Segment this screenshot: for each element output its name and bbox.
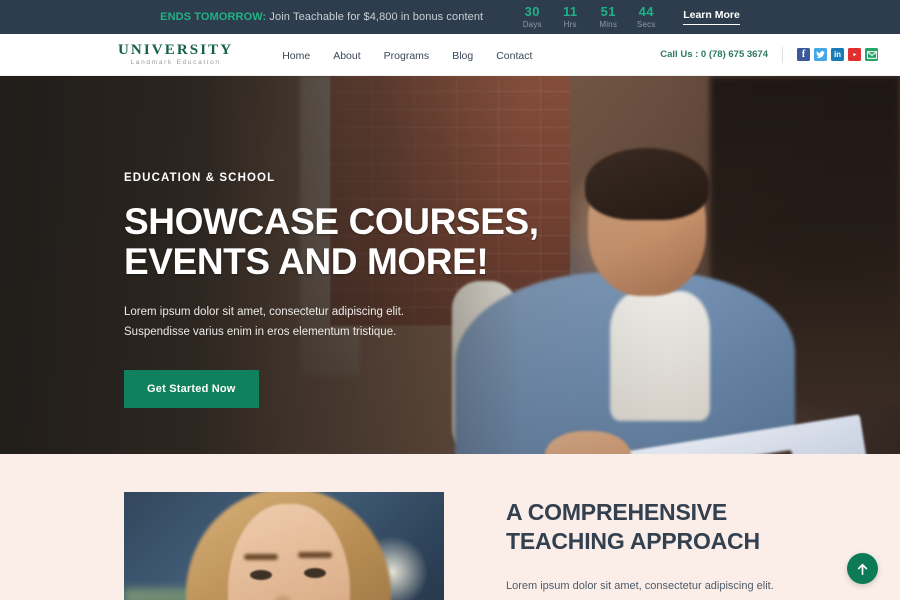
nav-link-blog[interactable]: Blog (452, 50, 473, 62)
countdown-seconds-label: Secs (636, 20, 656, 29)
section-text-block: A COMPREHENSIVE TEACHING APPROACH Lorem … (506, 492, 785, 600)
section-title-line-1: A COMPREHENSIVE (506, 499, 728, 525)
teaching-approach-section: A COMPREHENSIVE TEACHING APPROACH Lorem … (0, 454, 900, 600)
promo-text: Join Teachable for $4,800 in bonus conte… (266, 11, 484, 23)
section-title-line-2: TEACHING APPROACH (506, 528, 760, 555)
nav-link-programs[interactable]: Programs (384, 50, 430, 62)
countdown-days-value: 30 (524, 4, 540, 19)
hero-content: EDUCATION & SCHOOL SHOWCASE COURSES, EVE… (0, 76, 900, 408)
teacher-eye-right (304, 568, 326, 578)
countdown-seconds: 44 Secs (635, 5, 657, 29)
primary-navigation: Home About Programs Blog Contact (282, 46, 532, 64)
hero-title: SHOWCASE COURSES, EVENTS AND MORE! (124, 202, 900, 281)
nav-item-about[interactable]: About (333, 46, 360, 64)
hero-subtitle: Lorem ipsum dolor sit amet, consectetur … (124, 303, 900, 343)
countdown-minutes: 51 Mins (597, 5, 619, 29)
linkedin-icon[interactable]: in (831, 48, 844, 61)
nav-link-about[interactable]: About (333, 50, 360, 62)
learn-more-link[interactable]: Learn More (683, 9, 740, 25)
countdown-days: 30 Days (521, 5, 543, 29)
countdown-hours-value: 11 (563, 4, 578, 19)
promo-message: ENDS TOMORROW: Join Teachable for $4,800… (160, 11, 483, 23)
countdown-hours-label: Hrs (563, 20, 577, 29)
promo-banner: ENDS TOMORROW: Join Teachable for $4,800… (0, 0, 900, 34)
navbar-divider (782, 46, 783, 63)
countdown-days-label: Days (522, 20, 542, 29)
navbar-right: Call Us : 0 (78) 675 3674 f in (660, 46, 878, 63)
nav-item-programs[interactable]: Programs (384, 46, 430, 64)
countdown-seconds-value: 44 (638, 4, 654, 19)
teacher-eye-left (250, 570, 272, 580)
teacher-photo (124, 492, 444, 600)
social-links: f in (797, 48, 878, 61)
call-us-phone[interactable]: Call Us : 0 (78) 675 3674 (660, 49, 768, 60)
countdown-minutes-value: 51 (600, 4, 616, 19)
hero-title-line-2: EVENTS AND MORE! (124, 240, 489, 282)
nav-item-home[interactable]: Home (282, 46, 310, 64)
hero-subtitle-line-2: Suspendisse varius enim in eros elementu… (124, 325, 397, 338)
email-icon[interactable] (865, 48, 878, 61)
hero-subtitle-line-1: Lorem ipsum dolor sit amet, consectetur … (124, 306, 404, 319)
arrow-up-icon (857, 563, 868, 575)
scroll-to-top-button[interactable] (847, 553, 878, 584)
main-navbar: UNIVERSITY Landmark Education Home About… (0, 34, 900, 76)
twitter-icon[interactable] (814, 48, 827, 61)
get-started-button[interactable]: Get Started Now (124, 369, 259, 408)
nav-item-blog[interactable]: Blog (452, 46, 473, 64)
hero-section: EDUCATION & SCHOOL SHOWCASE COURSES, EVE… (0, 76, 900, 454)
brand-name: UNIVERSITY (118, 41, 234, 58)
countdown-hours: 11 Hrs (559, 5, 581, 29)
teacher-eyebrow-right (298, 552, 332, 558)
promo-highlight: ENDS TOMORROW: (160, 11, 267, 23)
facebook-icon[interactable]: f (797, 48, 810, 61)
section-body-line-1: Lorem ipsum dolor sit amet, consectetur … (506, 579, 774, 592)
nav-link-contact[interactable]: Contact (496, 50, 532, 62)
nav-link-home[interactable]: Home (282, 50, 310, 62)
brand-logo[interactable]: UNIVERSITY Landmark Education (118, 41, 234, 67)
countdown-timer: 30 Days 11 Hrs 51 Mins 44 Secs (521, 5, 657, 29)
hero-eyebrow: EDUCATION & SCHOOL (124, 172, 276, 184)
brand-tagline: Landmark Education (130, 58, 221, 66)
section-body: Lorem ipsum dolor sit amet, consectetur … (506, 577, 785, 600)
countdown-minutes-label: Mins (599, 20, 618, 29)
nav-item-contact[interactable]: Contact (496, 46, 532, 64)
teacher-eyebrow-left (244, 554, 278, 560)
youtube-icon[interactable] (848, 48, 861, 61)
hero-title-line-1: SHOWCASE COURSES, (124, 201, 539, 242)
section-title: A COMPREHENSIVE TEACHING APPROACH (506, 498, 785, 557)
